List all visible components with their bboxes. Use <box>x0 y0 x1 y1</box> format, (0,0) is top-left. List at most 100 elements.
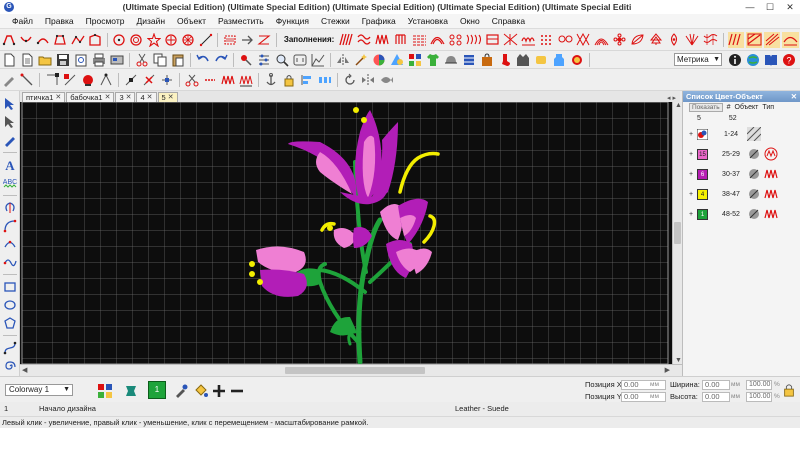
print-preview-icon[interactable] <box>73 52 89 68</box>
active-color-swatch[interactable]: 1 <box>148 381 166 399</box>
close-icon[interactable]: ✕ <box>55 93 61 103</box>
mirror-icon[interactable] <box>335 52 351 68</box>
arc-tool-icon[interactable] <box>2 236 18 252</box>
tab-bird[interactable]: птичка1 ✕ <box>22 92 66 103</box>
move-point-icon[interactable] <box>159 72 175 88</box>
distribute-icon[interactable] <box>317 72 333 88</box>
zoom-icon[interactable] <box>274 52 290 68</box>
jacket-icon[interactable] <box>515 52 531 68</box>
show-button[interactable]: Показать <box>689 103 723 112</box>
color-row[interactable]: + 15 25-29 <box>689 144 800 164</box>
help-book-icon[interactable] <box>763 52 779 68</box>
menu-function[interactable]: Функция <box>270 16 315 26</box>
paint-bucket-icon[interactable] <box>192 382 210 399</box>
menu-object[interactable]: Объект <box>171 16 212 26</box>
design-canvas[interactable] <box>20 102 680 364</box>
scroll-left-icon[interactable]: ◀ <box>22 366 27 374</box>
spiral-curve-tool-icon[interactable] <box>2 358 18 374</box>
bag-icon[interactable] <box>479 52 495 68</box>
copy-icon[interactable] <box>152 52 168 68</box>
fill-motif-icon[interactable] <box>448 32 464 48</box>
menu-window[interactable]: Окно <box>454 16 486 26</box>
node-select-icon[interactable] <box>2 114 18 130</box>
position-x-field[interactable]: 0.00 <box>621 380 666 390</box>
pencil-tool-icon[interactable] <box>2 132 18 148</box>
fill-shaded-icon[interactable] <box>764 31 781 48</box>
colorway-dropdown[interactable]: Colorway 1 ▼ <box>5 384 73 396</box>
position-y-field[interactable]: 0.00 <box>621 392 666 402</box>
close-icon[interactable]: ✕ <box>168 93 174 103</box>
freehand-tool-icon[interactable] <box>2 254 18 270</box>
colorwheel-icon[interactable] <box>371 52 387 68</box>
vertical-scroll-thumb[interactable] <box>674 222 681 244</box>
close-icon[interactable]: ✕ <box>147 93 153 103</box>
fill-scallop-icon[interactable] <box>520 32 536 48</box>
menu-file[interactable]: Файл <box>6 16 39 26</box>
save-icon[interactable] <box>55 52 71 68</box>
fill-tatami-icon[interactable] <box>411 32 427 48</box>
tab-3[interactable]: 3 ✕ <box>115 92 136 102</box>
print-icon[interactable] <box>91 52 107 68</box>
satin-red-icon[interactable] <box>220 72 236 88</box>
paste-icon[interactable] <box>170 52 186 68</box>
globe-icon[interactable] <box>745 52 761 68</box>
complex-fill-icon[interactable] <box>53 32 68 48</box>
menu-stitches[interactable]: Стежки <box>315 16 356 26</box>
expand-icon[interactable]: + <box>689 171 697 178</box>
insert-point-icon[interactable] <box>123 72 139 88</box>
sweep-tool-icon[interactable] <box>257 32 272 48</box>
column-b-icon[interactable] <box>18 32 33 48</box>
close-icon[interactable]: ✕ <box>105 93 111 103</box>
fill-satin-icon[interactable] <box>338 32 354 48</box>
column-c-icon[interactable] <box>36 32 51 48</box>
ring-tool-icon[interactable] <box>129 32 144 48</box>
delete-point-icon[interactable] <box>141 72 157 88</box>
circle-tool-icon[interactable] <box>112 32 127 48</box>
trim-icon[interactable] <box>202 72 218 88</box>
cut-icon[interactable] <box>134 52 150 68</box>
fill-fan-icon[interactable] <box>684 32 700 48</box>
expand-icon[interactable]: + <box>689 131 697 138</box>
thread-chart-icon[interactable] <box>407 52 423 68</box>
ellipse-tool-icon[interactable] <box>2 297 18 313</box>
satin-dark-icon[interactable] <box>238 72 254 88</box>
monogram-tool-icon[interactable]: ABC <box>2 175 18 191</box>
chart-icon[interactable] <box>310 52 326 68</box>
fill-columns-icon[interactable] <box>393 32 409 48</box>
envelope-tool-icon[interactable] <box>222 32 237 48</box>
shirt-icon[interactable] <box>425 52 441 68</box>
new-from-template-icon[interactable] <box>19 52 35 68</box>
palette-icon[interactable] <box>96 382 114 399</box>
width-percent-field[interactable]: 100.00 <box>746 380 772 390</box>
about-icon[interactable]: ? <box>781 52 797 68</box>
hat-icon[interactable] <box>443 52 459 68</box>
menu-graphics[interactable]: Графика <box>356 16 402 26</box>
tab-butterfly[interactable]: бабочка1 ✕ <box>66 92 115 103</box>
undo-icon[interactable] <box>195 52 211 68</box>
width-field[interactable]: 0.00 <box>702 380 730 390</box>
fill-lattice-icon[interactable] <box>575 32 591 48</box>
horizontal-scroll-thumb[interactable] <box>285 367 425 374</box>
info-icon[interactable] <box>727 52 743 68</box>
fill-flower-icon[interactable] <box>612 32 628 48</box>
open-folder-icon[interactable] <box>37 52 53 68</box>
sock-icon[interactable] <box>497 52 513 68</box>
fill-weave-icon[interactable] <box>703 32 719 48</box>
pillow-icon[interactable] <box>533 52 549 68</box>
fill-rings-icon[interactable] <box>557 32 573 48</box>
split-icon[interactable] <box>62 72 78 88</box>
units-dropdown[interactable]: Метрика ▼ <box>674 53 722 66</box>
pen-tool-icon[interactable] <box>1 72 17 88</box>
expand-icon[interactable]: + <box>689 151 697 158</box>
hoop-icon[interactable] <box>292 52 308 68</box>
polygon-tool-icon[interactable] <box>2 315 18 331</box>
fill-zigzag-icon[interactable] <box>375 32 391 48</box>
branch-icon[interactable] <box>98 72 114 88</box>
fill-shape-icon[interactable] <box>87 32 102 48</box>
maximize-button[interactable]: ☐ <box>760 0 780 14</box>
fill-chain-icon[interactable] <box>466 32 482 48</box>
menu-help[interactable]: Справка <box>486 16 531 26</box>
fill-arc-icon[interactable] <box>593 32 609 48</box>
fill-gradient-icon[interactable] <box>727 31 745 48</box>
flip-icon[interactable] <box>360 72 376 88</box>
